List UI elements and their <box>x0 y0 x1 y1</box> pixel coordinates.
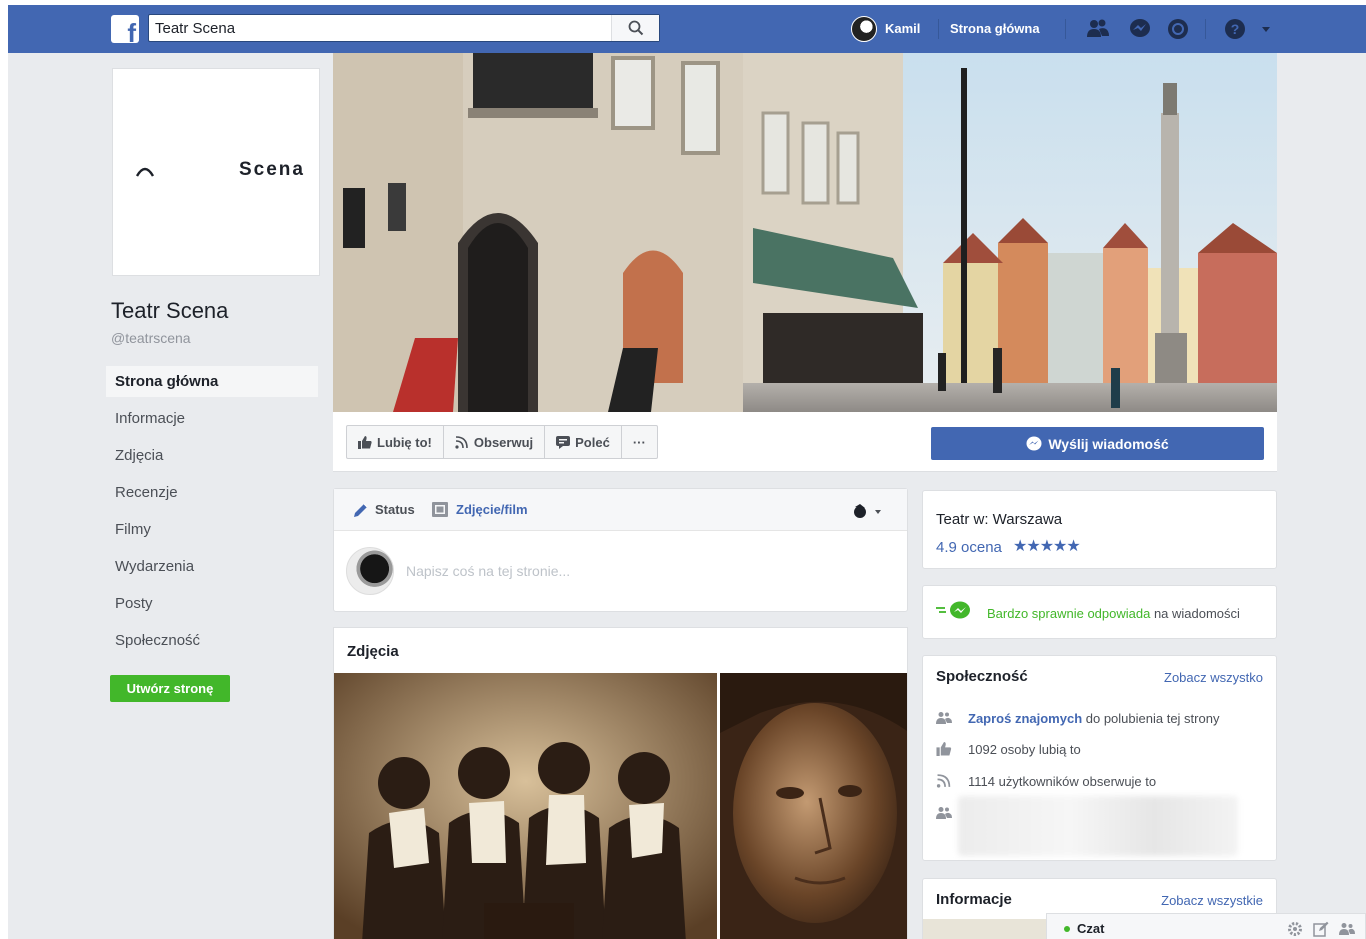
recommend-icon <box>556 435 571 449</box>
page-category[interactable]: Teatr w: Warszawa <box>936 511 1062 528</box>
response-rate-text: Bardzo sprawnie odpowiada na wiadomości <box>987 606 1240 621</box>
sidebar-item-home[interactable]: Strona główna <box>106 366 318 397</box>
photos-section-title[interactable]: Zdjęcia <box>347 643 399 660</box>
logo-arc-icon <box>135 167 155 177</box>
composer-tabs: Status Zdjęcie/film <box>334 489 907 531</box>
response-rate-card: Bardzo sprawnie odpowiada na wiadomości <box>922 585 1277 639</box>
thumbs-up-icon <box>358 435 372 449</box>
follow-button-label: Obserwuj <box>473 434 534 450</box>
rating-text[interactable]: 4.9 ocena <box>936 539 1002 556</box>
messages-icon[interactable] <box>1128 18 1152 40</box>
home-link[interactable]: Strona główna <box>950 21 1040 36</box>
page-title[interactable]: Teatr Scena <box>111 298 228 324</box>
page-logo-text: Scena <box>239 159 305 180</box>
invite-friends-icon <box>936 712 952 724</box>
messenger-icon <box>1026 436 1042 450</box>
divider <box>938 19 939 39</box>
follow-button[interactable]: Obserwuj <box>444 426 546 458</box>
rss-icon <box>455 435 468 449</box>
cover-photo[interactable] <box>333 53 1277 412</box>
share-button-label: Poleć <box>575 434 610 450</box>
invite-friends-text: Zaproś znajomych do polubienia tej stron… <box>968 711 1219 726</box>
info-see-all-link[interactable]: Zobacz wszystkie <box>1161 893 1263 908</box>
composer-placeholder[interactable]: Napisz coś na tej stronie... <box>406 563 570 579</box>
search-icon <box>628 20 644 36</box>
friends-icon <box>936 807 952 819</box>
sidebar-item-events[interactable]: Wydarzenia <box>106 551 318 582</box>
photo-video-icon <box>432 502 448 517</box>
search-button[interactable] <box>611 15 659 41</box>
send-message-label: Wyślij wiadomość <box>1048 435 1169 452</box>
page-profile-picture[interactable]: Scena <box>112 68 320 276</box>
online-status-dot <box>1064 926 1070 932</box>
community-card: Społeczność Zobacz wszystko Zaproś znajo… <box>922 655 1277 861</box>
info-title[interactable]: Informacje <box>936 891 1012 908</box>
more-options-label: ··· <box>632 434 646 450</box>
avatar <box>851 16 877 42</box>
avatar <box>346 547 394 595</box>
sidebar-item-posts[interactable]: Posty <box>106 588 318 619</box>
followers-count[interactable]: 1114 użytkowników obserwuje to <box>968 774 1156 789</box>
chat-icons <box>1287 921 1355 937</box>
blurred-friends-list <box>958 796 1238 856</box>
more-options-button[interactable]: ··· <box>622 426 657 458</box>
like-button[interactable]: Lubię to! <box>347 426 444 458</box>
community-title[interactable]: Społeczność <box>936 668 1028 685</box>
compose-message-icon[interactable] <box>1313 921 1329 937</box>
thumbs-up-icon <box>936 742 952 756</box>
post-composer: Status Zdjęcie/film Napisz coś na tej st… <box>333 488 908 612</box>
rss-icon <box>936 774 951 788</box>
sidebar-item-photos[interactable]: Zdjęcia <box>106 440 318 471</box>
browser-frame: f Kamil Strona główna <box>8 5 1366 939</box>
chat-bar[interactable]: Czat <box>1046 913 1366 939</box>
search-input[interactable] <box>149 15 611 41</box>
search-box[interactable] <box>148 14 660 42</box>
account-menu-icon[interactable] <box>1258 18 1282 40</box>
likes-count[interactable]: 1092 osoby lubią to <box>968 742 1081 757</box>
page-actions-group: Lubię to! Obserwuj Poleć ··· <box>346 425 658 459</box>
page-handle[interactable]: @teatrscena <box>111 330 191 346</box>
sidebar-item-community[interactable]: Społeczność <box>106 625 318 656</box>
create-group-icon[interactable] <box>1339 921 1355 937</box>
page-navigation: Strona główna Informacje Zdjęcia Recenzj… <box>106 366 318 662</box>
send-message-button[interactable]: Wyślij wiadomość <box>931 427 1264 460</box>
pencil-icon <box>354 503 368 517</box>
page-info-card: Teatr w: Warszawa 4.9 ocena ★★★★★ <box>922 490 1277 569</box>
tab-status[interactable]: Status <box>375 502 415 517</box>
sidebar-item-reviews[interactable]: Recenzje <box>106 477 318 508</box>
response-rate-highlight: Bardzo sprawnie odpowiada <box>987 606 1151 621</box>
photos-section: Zdjęcia <box>333 627 908 939</box>
friend-requests-icon[interactable] <box>1086 18 1110 40</box>
page-action-bar: Lubię to! Obserwuj Poleć ··· Wyślij wiad… <box>333 412 1277 472</box>
sidebar-item-about[interactable]: Informacje <box>106 403 318 434</box>
top-bar: f Kamil Strona główna <box>8 5 1366 53</box>
photo-thumbnail-image <box>334 673 717 939</box>
divider <box>1065 19 1066 39</box>
help-icon[interactable]: ? <box>1223 18 1247 40</box>
photo-thumbnail[interactable] <box>334 673 717 939</box>
photo-thumbnail-image <box>720 673 907 939</box>
tab-photo-video[interactable]: Zdjęcie/film <box>456 502 528 517</box>
notifications-icon[interactable] <box>1166 18 1190 40</box>
sidebar-item-videos[interactable]: Filmy <box>106 514 318 545</box>
cover-photo-image <box>333 53 1277 412</box>
like-button-label: Lubię to! <box>377 434 432 450</box>
user-name: Kamil <box>885 21 921 36</box>
create-page-button[interactable]: Utwórz stronę <box>110 675 230 702</box>
share-button[interactable]: Poleć <box>545 426 622 458</box>
fast-response-icon <box>936 601 970 619</box>
facebook-logo-icon[interactable]: f <box>111 15 139 43</box>
divider <box>1205 19 1206 39</box>
chat-label: Czat <box>1077 921 1105 936</box>
invite-friends-link[interactable]: Zaproś znajomych <box>968 711 1082 726</box>
invite-friends-rest: do polubienia tej strony <box>1082 711 1220 726</box>
settings-gear-icon[interactable] <box>1287 921 1303 937</box>
community-see-all-link[interactable]: Zobacz wszystko <box>1164 670 1263 685</box>
response-rate-rest: na wiadomości <box>1150 606 1240 621</box>
svg-text:?: ? <box>1231 21 1240 37</box>
audience-selector-icon[interactable] <box>851 503 885 519</box>
rating-stars: ★★★★★ <box>1013 538 1081 555</box>
photo-thumbnail[interactable] <box>720 673 907 939</box>
